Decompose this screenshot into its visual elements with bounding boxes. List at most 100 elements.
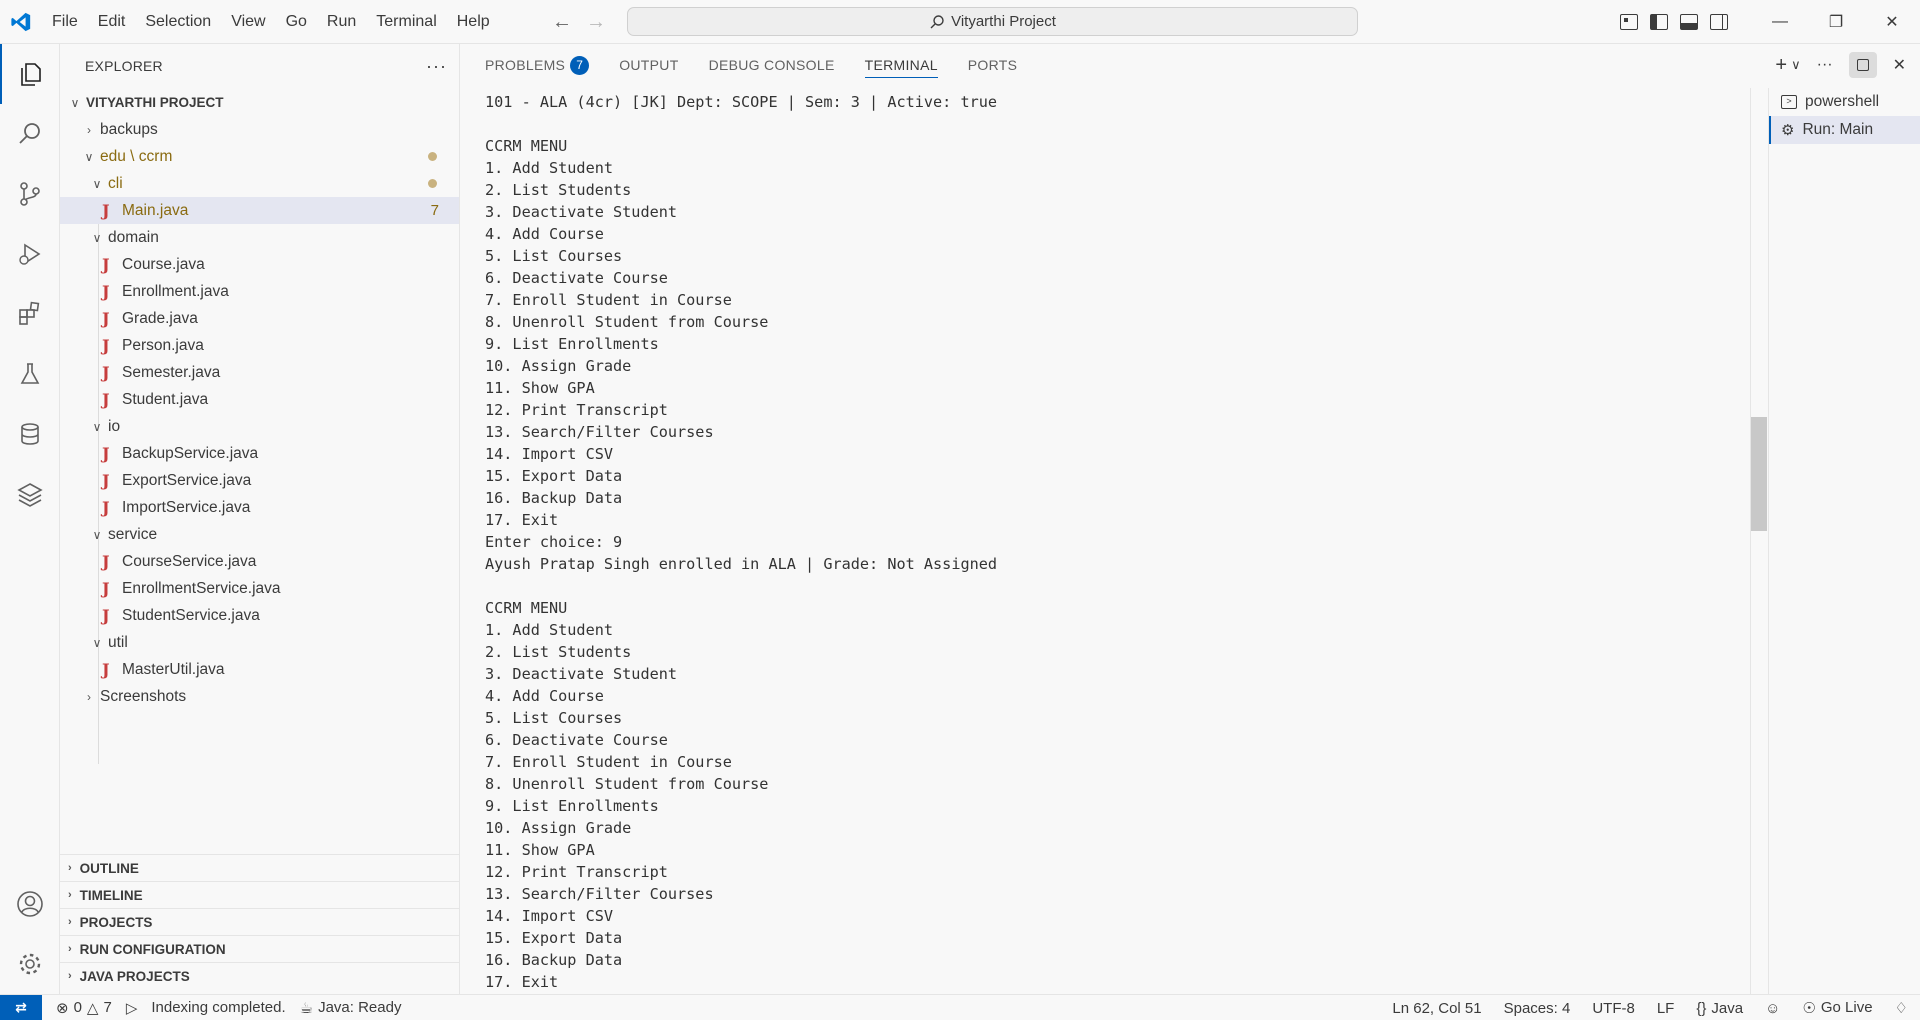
explorer-header: EXPLORER ··· (60, 44, 459, 88)
java-status[interactable]: ☕ Java: Ready (300, 999, 402, 1017)
testing-icon[interactable] (0, 344, 60, 404)
tab-ports[interactable]: PORTS (968, 44, 1017, 86)
explorer-title: EXPLORER (85, 58, 163, 74)
tree-folder-backups[interactable]: › backups (60, 116, 459, 143)
menu-file[interactable]: File (42, 0, 88, 44)
explorer-icon[interactable] (0, 44, 60, 104)
settings-gear-icon[interactable] (0, 934, 60, 994)
tree-file[interactable]: J Semester.java (60, 359, 459, 386)
section-java-projects[interactable]: › JAVA PROJECTS (60, 962, 459, 989)
menu-run[interactable]: Run (317, 0, 366, 44)
tree-file[interactable]: J MasterUtil.java (60, 656, 459, 683)
language-mode[interactable]: {} Java (1696, 1000, 1743, 1017)
tree-folder-screenshots[interactable]: › Screenshots (60, 683, 459, 710)
tree-file[interactable]: J Grade.java (60, 305, 459, 332)
more-actions-icon[interactable]: ··· (1817, 56, 1833, 74)
terminal-output[interactable]: 101 - ALA (4cr) [JK] Dept: SCOPE | Sem: … (485, 91, 1715, 991)
tab-debug-console[interactable]: DEBUG CONSOLE (709, 44, 835, 86)
extensions-icon[interactable] (0, 284, 60, 344)
back-arrow-icon[interactable]: ← (552, 11, 572, 34)
error-icon: ⊗ (56, 999, 69, 1017)
search-icon[interactable] (0, 104, 60, 164)
customize-layout-icon[interactable] (1620, 14, 1638, 30)
account-icon[interactable] (0, 874, 60, 934)
remote-indicator-icon[interactable]: ⇄ (0, 994, 42, 1020)
tree-label: Main.java (122, 201, 189, 219)
go-live[interactable]: ☉ Go Live (1802, 999, 1872, 1017)
close-panel-icon[interactable]: ✕ (1893, 55, 1906, 75)
tree-folder-edu-ccrm[interactable]: ∨ edu \ ccrm (60, 143, 459, 170)
terminal-line: 9. List Enrollments (485, 335, 659, 353)
problems-status[interactable]: ⊗ 0 △ 7 (56, 999, 112, 1017)
terminal-item-powershell[interactable]: > powershell (1769, 88, 1920, 116)
tree-file[interactable]: J BackupService.java (60, 440, 459, 467)
tree-folder-cli[interactable]: ∨ cli (60, 170, 459, 197)
tree-file[interactable]: J Person.java (60, 332, 459, 359)
tab-terminal[interactable]: TERMINAL (864, 44, 938, 86)
section-timeline[interactable]: › TIMELINE (60, 881, 459, 908)
more-actions-icon[interactable]: ··· (426, 56, 447, 77)
tab-output[interactable]: OUTPUT (619, 44, 678, 86)
tree-file[interactable]: J Enrollment.java (60, 278, 459, 305)
forward-arrow-icon[interactable]: → (586, 11, 606, 34)
layout-controls (1620, 0, 1728, 44)
terminal-item-run-main[interactable]: ⚙ Run: Main (1769, 116, 1920, 144)
tree-folder-util[interactable]: ∨ util (60, 629, 459, 656)
java-status-label: Java: Ready (318, 999, 402, 1016)
section-projects[interactable]: › PROJECTS (60, 908, 459, 935)
tree-file[interactable]: J CourseService.java (60, 548, 459, 575)
menu-edit[interactable]: Edit (88, 0, 136, 44)
java-file-icon: J (102, 336, 110, 355)
restore-icon[interactable]: ❐ (1808, 0, 1864, 44)
terminal-scrollbar[interactable] (1751, 417, 1767, 531)
menu-terminal[interactable]: Terminal (366, 0, 446, 44)
tree-file[interactable]: J ImportService.java (60, 494, 459, 521)
section-label: JAVA PROJECTS (79, 968, 190, 984)
tree-folder-domain[interactable]: ∨ domain (60, 224, 459, 251)
command-center-search[interactable]: Vityarthi Project (627, 7, 1358, 36)
toggle-secondary-sidebar-icon[interactable] (1710, 14, 1728, 30)
bell-icon[interactable]: ♢ (1895, 999, 1908, 1017)
terminal-line: 6. Deactivate Course (485, 731, 668, 749)
debug-status[interactable]: ▷ (126, 999, 138, 1017)
tree-file[interactable]: J EnrollmentService.java (60, 575, 459, 602)
terminal-line: 10. Assign Grade (485, 819, 632, 837)
tree-folder-service[interactable]: ∨ service (60, 521, 459, 548)
tree-file[interactable]: J Student.java (60, 386, 459, 413)
layers-icon[interactable] (0, 464, 60, 524)
tree-file[interactable]: J ExportService.java (60, 467, 459, 494)
menu-go[interactable]: Go (276, 0, 317, 44)
run-debug-icon[interactable] (0, 224, 60, 284)
database-icon[interactable] (0, 404, 60, 464)
end-of-line[interactable]: LF (1657, 1000, 1675, 1017)
minimize-icon[interactable]: — (1752, 0, 1808, 44)
tree-label: StudentService.java (122, 606, 260, 624)
cursor-position[interactable]: Ln 62, Col 51 (1392, 1000, 1481, 1017)
toggle-panel-icon[interactable] (1680, 14, 1698, 30)
tree-folder-io[interactable]: ∨ io (60, 413, 459, 440)
maximize-panel-icon[interactable] (1848, 52, 1877, 78)
tab-problems[interactable]: PROBLEMS 7 (485, 44, 590, 86)
menu-help[interactable]: Help (447, 0, 500, 44)
chevron-down-icon[interactable]: ∨ (1791, 57, 1801, 73)
tree-file[interactable]: J Course.java (60, 251, 459, 278)
terminal-item-label: powershell (1805, 93, 1880, 110)
tree-file[interactable]: J StudentService.java (60, 602, 459, 629)
close-window-icon[interactable]: ✕ (1864, 0, 1920, 44)
tree-file-main-java[interactable]: J Main.java 7 (60, 197, 459, 224)
menu-view[interactable]: View (221, 0, 275, 44)
section-label: TIMELINE (79, 887, 143, 903)
indentation[interactable]: Spaces: 4 (1504, 1000, 1571, 1017)
new-terminal-icon[interactable]: + (1775, 54, 1787, 77)
toggle-primary-sidebar-icon[interactable] (1650, 14, 1668, 30)
project-title: VITYARTHI PROJECT (86, 95, 224, 110)
window-controls: — ❐ ✕ (1752, 0, 1920, 44)
section-outline[interactable]: › OUTLINE (60, 854, 459, 881)
encoding[interactable]: UTF-8 (1592, 1000, 1635, 1017)
menu-selection[interactable]: Selection (135, 0, 221, 44)
copilot-icon[interactable]: ☺ (1765, 1000, 1780, 1017)
section-run-configuration[interactable]: › RUN CONFIGURATION (60, 935, 459, 962)
source-control-icon[interactable] (0, 164, 60, 224)
project-root[interactable]: ∨ VITYARTHI PROJECT (60, 89, 459, 116)
